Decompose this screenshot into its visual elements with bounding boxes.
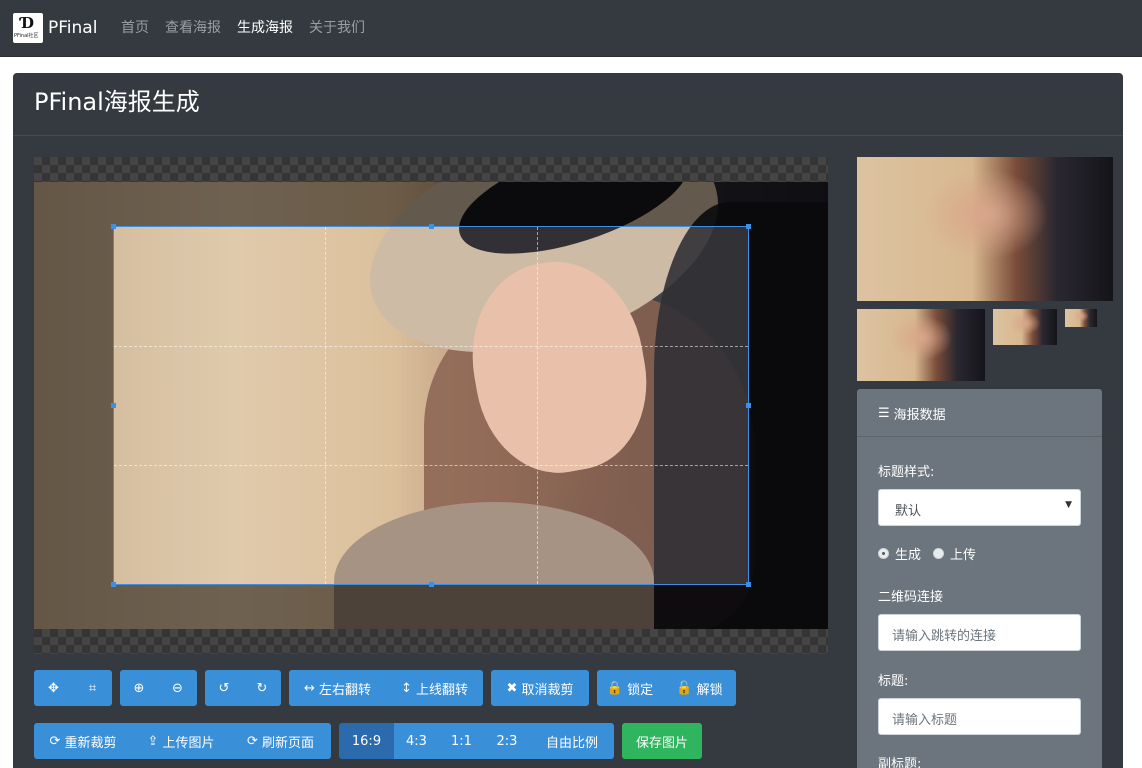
mode-button-group: ✥ ⌗: [34, 670, 112, 706]
ratio-16-9-button[interactable]: 16:9: [339, 723, 394, 759]
rotate-button-group: ↺ ↻: [205, 670, 281, 706]
zoom-out-icon: ⊖: [172, 680, 183, 696]
flip-horizontal-icon: ↔: [304, 680, 315, 696]
crop-handle-se[interactable]: [746, 582, 751, 587]
top-navbar: Ɗ PFinal社区 PFinal 首页 查看海报 生成海报 关于我们: [0, 0, 1142, 57]
toolbar-row-1: ✥ ⌗ ⊕ ⊖ ↺ ↻ ↔ 左右翻转 ↕ 上线翻转 ✖ 取消裁剪 🔒 锁定 🔓 解锁: [34, 670, 736, 706]
nav-link-home[interactable]: 首页: [121, 19, 149, 37]
radio-checked-icon: [878, 548, 889, 559]
flip-button-group: ↔ 左右翻转 ↕ 上线翻转: [289, 670, 483, 706]
panel-header: ☰ 海报数据: [857, 389, 1102, 437]
crop-mode-button[interactable]: ⌗: [73, 670, 112, 706]
lock-icon: 🔒: [606, 680, 624, 696]
rotate-right-button[interactable]: ↻: [243, 670, 281, 706]
reload-icon: ⟳: [247, 733, 258, 749]
crop-handle-n[interactable]: [429, 224, 434, 229]
nav-link-about[interactable]: 关于我们: [309, 19, 365, 37]
preview-medium: [857, 309, 985, 381]
qr-link-input[interactable]: 请输入跳转的连接: [878, 614, 1081, 651]
aspect-ratio-group: 16:9 4:3 1:1 2:3 自由比例: [339, 723, 614, 759]
title-label: 标题:: [878, 674, 909, 689]
preview-xsmall: [1065, 309, 1097, 327]
rotate-left-button[interactable]: ↺: [205, 670, 243, 706]
logo-subtext: PFinal社区: [14, 33, 39, 39]
clear-button-group: ✖ 取消裁剪: [491, 670, 589, 706]
preview-small: [993, 309, 1057, 345]
recrop-button[interactable]: ⟳ 重新裁剪: [34, 723, 132, 759]
brand-name[interactable]: PFinal: [48, 17, 97, 39]
radio-unchecked-icon: [933, 548, 945, 559]
ratio-4-3-button[interactable]: 4:3: [394, 723, 439, 759]
upload-image-button[interactable]: ⇪ 上传图片: [132, 723, 230, 759]
crop-handle-s[interactable]: [429, 582, 434, 587]
radio-generate[interactable]: 生成: [878, 544, 921, 563]
rotate-left-icon: ↺: [218, 680, 230, 696]
crop-handle-ne[interactable]: [746, 224, 751, 229]
flip-vertical-button[interactable]: ↕ 上线翻转: [386, 670, 483, 706]
page-title: PFinal海报生成: [34, 88, 200, 116]
save-image-button[interactable]: 保存图片: [622, 723, 703, 759]
ratio-1-1-button[interactable]: 1:1: [439, 723, 484, 759]
poster-data-panel: ☰ 海报数据 标题样式: 默认 ▼ 生成 上传 二维码连接 请输入跳转的连接 标…: [857, 389, 1102, 768]
flip-vertical-icon: ↕: [401, 680, 412, 696]
card-header: PFinal海报生成: [13, 73, 1123, 136]
panel-title: 海报数据: [893, 408, 946, 423]
crop-box[interactable]: [111, 224, 751, 587]
crop-icon: ⌗: [88, 680, 97, 696]
ratio-2-3-button[interactable]: 2:3: [484, 723, 530, 759]
move-icon: ✥: [48, 680, 59, 696]
zoom-out-button[interactable]: ⊖: [158, 670, 197, 706]
cancel-crop-button[interactable]: ✖ 取消裁剪: [491, 670, 589, 706]
qr-link-label: 二维码连接: [878, 590, 944, 605]
move-mode-button[interactable]: ✥: [34, 670, 73, 706]
zoom-button-group: ⊕ ⊖: [120, 670, 197, 706]
refresh-icon: ⟳: [49, 733, 61, 749]
crop-handle-nw[interactable]: [111, 224, 116, 229]
unlock-button[interactable]: 🔓 解锁: [663, 670, 736, 706]
crop-canvas[interactable]: [34, 157, 828, 654]
nav-link-view-posters[interactable]: 查看海报: [165, 19, 221, 37]
rotate-right-icon: ↻: [256, 680, 268, 696]
crop-handle-sw[interactable]: [111, 582, 116, 587]
action-button-group: ⟳ 重新裁剪 ⇪ 上传图片 ⟳ 刷新页面: [34, 723, 331, 759]
subtitle-label: 副标题:: [878, 757, 922, 768]
unlock-icon: 🔓: [676, 680, 693, 696]
crop-handle-w[interactable]: [111, 403, 116, 408]
zoom-in-icon: ⊕: [133, 680, 145, 696]
reload-page-button[interactable]: ⟳ 刷新页面: [230, 723, 331, 759]
upload-icon: ⇪: [147, 733, 159, 749]
close-icon: ✖: [506, 680, 518, 696]
crop-handle-e[interactable]: [746, 403, 751, 408]
title-input[interactable]: 请输入标题: [878, 698, 1081, 735]
source-radio-group: 生成 上传: [878, 544, 976, 563]
ratio-free-button[interactable]: 自由比例: [530, 723, 614, 759]
caret-down-icon: ▼: [1065, 500, 1072, 510]
title-style-label: 标题样式:: [878, 465, 935, 480]
nav-link-generate-poster[interactable]: 生成海报: [237, 19, 293, 37]
toolbar-row-2: ⟳ 重新裁剪 ⇪ 上传图片 ⟳ 刷新页面 16:9 4:3 1:1 2:3 自由比例 …: [34, 723, 703, 759]
brand-logo[interactable]: Ɗ PFinal社区: [13, 13, 43, 43]
nav-links: 首页 查看海报 生成海报 关于我们: [121, 19, 365, 37]
radio-upload[interactable]: 上传: [933, 544, 976, 563]
database-icon: ☰: [878, 406, 890, 421]
flip-horizontal-button[interactable]: ↔ 左右翻转: [289, 670, 386, 706]
lock-button[interactable]: 🔒 锁定: [597, 670, 663, 706]
title-style-select[interactable]: 默认 ▼: [878, 489, 1081, 526]
preview-large: [857, 157, 1113, 301]
lock-button-group: 🔒 锁定 🔓 解锁: [597, 670, 736, 706]
zoom-in-button[interactable]: ⊕: [120, 670, 158, 706]
